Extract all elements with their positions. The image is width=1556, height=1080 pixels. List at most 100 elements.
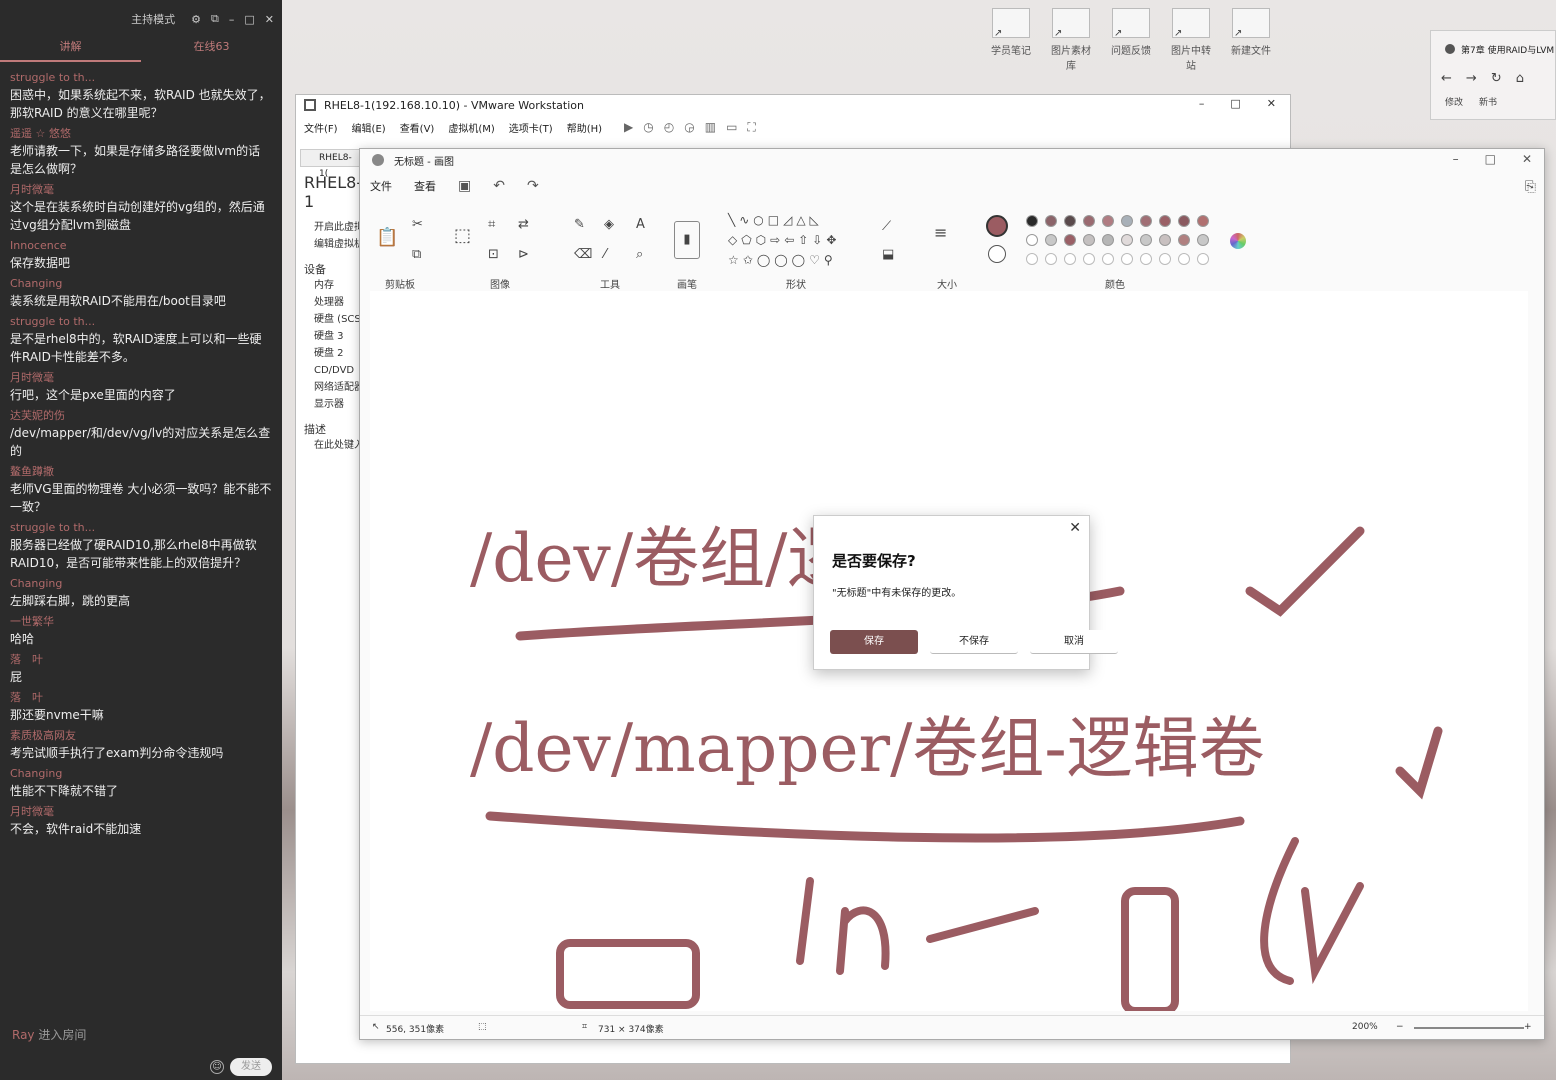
- palette-color-swatch[interactable]: [1102, 215, 1114, 227]
- device-item[interactable]: 处理器: [300, 294, 360, 311]
- palette-color-swatch[interactable]: [1159, 234, 1171, 246]
- chat-username[interactable]: 落 叶: [10, 652, 272, 668]
- text-icon[interactable]: A: [636, 217, 645, 232]
- shapes-row-3[interactable]: ☆✩◯◯◯♡⚲: [728, 253, 837, 267]
- menu-help[interactable]: 帮助(H): [567, 120, 602, 135]
- fill-shape-icon[interactable]: ⬓: [882, 247, 894, 262]
- palette-color-swatch[interactable]: [1064, 215, 1076, 227]
- palette-color-swatch[interactable]: [1178, 215, 1190, 227]
- redo-icon[interactable]: ↷: [527, 178, 539, 194]
- custom-color-slot[interactable]: [1197, 253, 1209, 265]
- device-item[interactable]: 硬盘 2: [300, 345, 360, 362]
- chat-username[interactable]: 月时微毫: [10, 182, 272, 198]
- outline-icon[interactable]: ⟋: [882, 219, 891, 234]
- brush-icon[interactable]: ▮: [674, 221, 700, 259]
- secondary-color-swatch[interactable]: [988, 245, 1006, 263]
- copy-icon[interactable]: ⧉: [412, 247, 421, 262]
- chat-username[interactable]: Changing: [10, 766, 272, 782]
- palette-color-swatch[interactable]: [1197, 234, 1209, 246]
- minimize-icon[interactable]: –: [1453, 152, 1459, 166]
- palette-color-swatch[interactable]: [1140, 215, 1152, 227]
- magnifier-icon[interactable]: ⌕: [636, 247, 643, 262]
- custom-color-slot[interactable]: [1178, 253, 1190, 265]
- minimize-icon[interactable]: –: [1199, 97, 1205, 110]
- zoom-slider[interactable]: [1414, 1027, 1524, 1029]
- send-button[interactable]: 发送: [230, 1058, 272, 1076]
- device-item[interactable]: CD/DVD: [300, 362, 360, 379]
- menu-vm[interactable]: 虚拟机(M): [448, 120, 494, 135]
- maximize-icon[interactable]: □: [244, 13, 254, 26]
- custom-color-slot[interactable]: [1064, 253, 1076, 265]
- menu-file[interactable]: 文件: [370, 178, 392, 194]
- zoom-in-icon[interactable]: +: [1524, 1022, 1532, 1032]
- chat-username[interactable]: 鳌鱼蹲撒: [10, 464, 272, 480]
- bookmark-item[interactable]: 新书: [1479, 95, 1497, 108]
- close-icon[interactable]: ✕: [1267, 97, 1276, 110]
- edit-colors-icon[interactable]: [1230, 233, 1246, 249]
- dont-save-button[interactable]: 不保存: [930, 630, 1018, 654]
- menu-tabs[interactable]: 选项卡(T): [509, 120, 553, 135]
- desktop-shortcut[interactable]: 图片素材库: [1047, 8, 1095, 72]
- select-icon[interactable]: ⬚: [454, 225, 471, 246]
- chat-username[interactable]: 月时微毫: [10, 370, 272, 386]
- chat-username[interactable]: 落 叶: [10, 690, 272, 706]
- forward-icon[interactable]: →: [1466, 71, 1477, 86]
- rotate-icon[interactable]: ⊳: [518, 247, 529, 262]
- palette-color-swatch[interactable]: [1045, 234, 1057, 246]
- save-icon[interactable]: ▣: [458, 178, 471, 194]
- menu-edit[interactable]: 编辑(E): [352, 120, 386, 135]
- description-field[interactable]: 在此处键入: [300, 437, 360, 454]
- description-header[interactable]: 描述: [300, 421, 360, 437]
- palette-color-swatch[interactable]: [1064, 234, 1076, 246]
- palette-color-swatch[interactable]: [1102, 234, 1114, 246]
- palette-color-swatch[interactable]: [1045, 215, 1057, 227]
- custom-color-slot[interactable]: [1026, 253, 1038, 265]
- chat-username[interactable]: Innocence: [10, 238, 272, 254]
- popout-icon[interactable]: ⧉: [211, 12, 219, 26]
- size-icon[interactable]: ≡: [934, 223, 947, 242]
- custom-color-slot[interactable]: [1045, 253, 1057, 265]
- chat-username[interactable]: 素质极高网友: [10, 728, 272, 744]
- device-item[interactable]: 内存: [300, 277, 360, 294]
- bookmark-item[interactable]: 修改: [1445, 95, 1463, 108]
- chat-username[interactable]: Changing: [10, 576, 272, 592]
- crop-icon[interactable]: ⌗: [488, 217, 495, 232]
- back-icon[interactable]: ←: [1441, 71, 1452, 86]
- share-icon[interactable]: ⎘: [1525, 179, 1536, 195]
- desktop-shortcut[interactable]: 问题反馈: [1107, 8, 1155, 72]
- shapes-row-1[interactable]: ╲∿○□◿△◺: [728, 213, 823, 227]
- desktop-shortcut[interactable]: 新建文件: [1227, 8, 1275, 72]
- devices-header[interactable]: 设备: [300, 261, 360, 277]
- pencil-icon[interactable]: ✎: [574, 217, 585, 232]
- browser-tab[interactable]: 第7章 使用RAID与LVM: [1431, 31, 1555, 67]
- device-item[interactable]: 硬盘 (SCSI): [300, 311, 360, 328]
- manage-snapshots-icon[interactable]: ◶: [684, 120, 694, 135]
- power-on-icon[interactable]: ▶: [624, 120, 633, 135]
- console-icon[interactable]: ▭: [726, 120, 737, 135]
- device-item[interactable]: 硬盘 3: [300, 328, 360, 345]
- palette-color-swatch[interactable]: [1083, 234, 1095, 246]
- custom-color-slot[interactable]: [1140, 253, 1152, 265]
- reload-icon[interactable]: ↻: [1491, 71, 1502, 86]
- fullscreen-icon[interactable]: ⛶: [747, 120, 755, 135]
- palette-color-swatch[interactable]: [1026, 234, 1038, 246]
- close-icon[interactable]: ✕: [1522, 152, 1532, 166]
- chat-username[interactable]: 遥遥 ☆ 悠悠: [10, 126, 272, 142]
- palette-color-swatch[interactable]: [1178, 234, 1190, 246]
- close-icon[interactable]: ✕: [1069, 520, 1081, 536]
- home-icon[interactable]: ⌂: [1516, 71, 1524, 86]
- device-item[interactable]: 网络适配器: [300, 379, 360, 396]
- chat-username[interactable]: 一世繁华: [10, 614, 272, 630]
- palette-color-swatch[interactable]: [1121, 234, 1133, 246]
- fill-icon[interactable]: ◈: [604, 217, 614, 232]
- device-item[interactable]: 显示器: [300, 396, 360, 413]
- paste-icon[interactable]: 📋: [376, 227, 398, 248]
- tab-lecture[interactable]: 讲解: [0, 38, 141, 62]
- palette-color-swatch[interactable]: [1083, 215, 1095, 227]
- power-on-link[interactable]: 开启此虚拟机: [300, 219, 360, 236]
- snapshot-icon[interactable]: ◷: [643, 120, 653, 135]
- cancel-button[interactable]: 取消: [1030, 630, 1118, 654]
- menu-view[interactable]: 查看: [414, 178, 436, 194]
- desktop-shortcut[interactable]: 学员笔记: [987, 8, 1035, 72]
- chat-username[interactable]: 达芙妮的伤: [10, 408, 272, 424]
